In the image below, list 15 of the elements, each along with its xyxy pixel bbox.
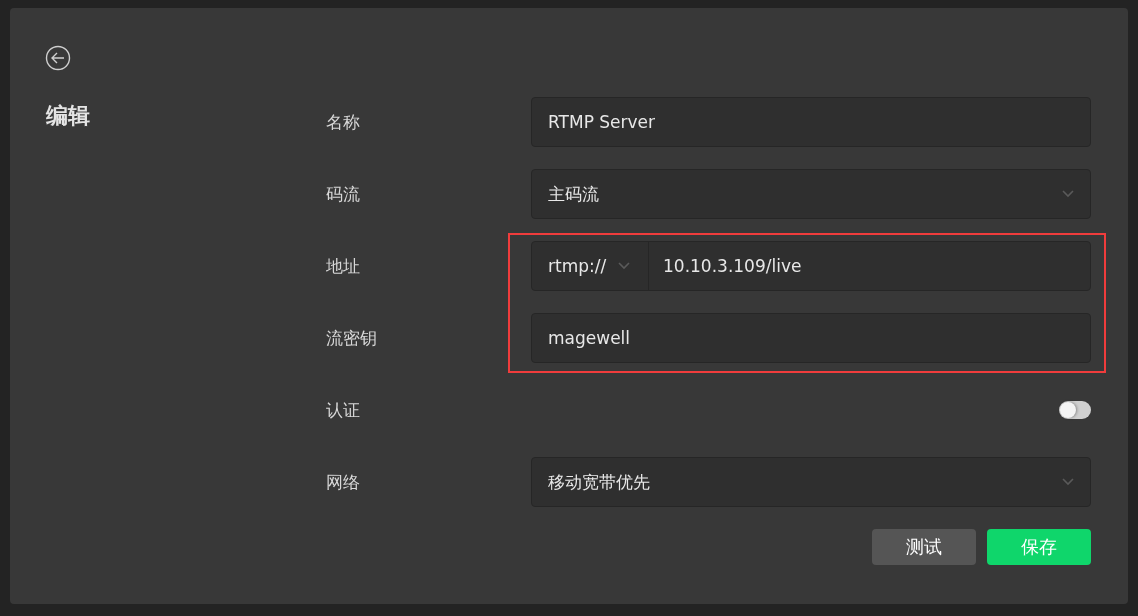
test-button[interactable]: 测试 — [872, 529, 976, 565]
page-title: 编辑 — [46, 102, 91, 130]
field-label: 码流 — [326, 182, 361, 206]
field-label: 地址 — [326, 254, 361, 278]
toggle-switch[interactable] — [1059, 401, 1091, 419]
chevron-down-icon — [1062, 478, 1074, 486]
dropdown[interactable]: 主码流 — [531, 169, 1091, 219]
field-label: 网络 — [326, 470, 361, 494]
input-field[interactable]: magewell — [531, 313, 1091, 363]
dropdown[interactable]: 移动宽带优先 — [531, 457, 1091, 507]
input-field[interactable]: RTMP Server — [531, 97, 1091, 147]
field-label: 认证 — [326, 398, 361, 422]
chevron-down-icon — [1062, 190, 1074, 198]
field-label: 流密钥 — [326, 326, 378, 350]
field-label: 名称 — [326, 110, 361, 134]
